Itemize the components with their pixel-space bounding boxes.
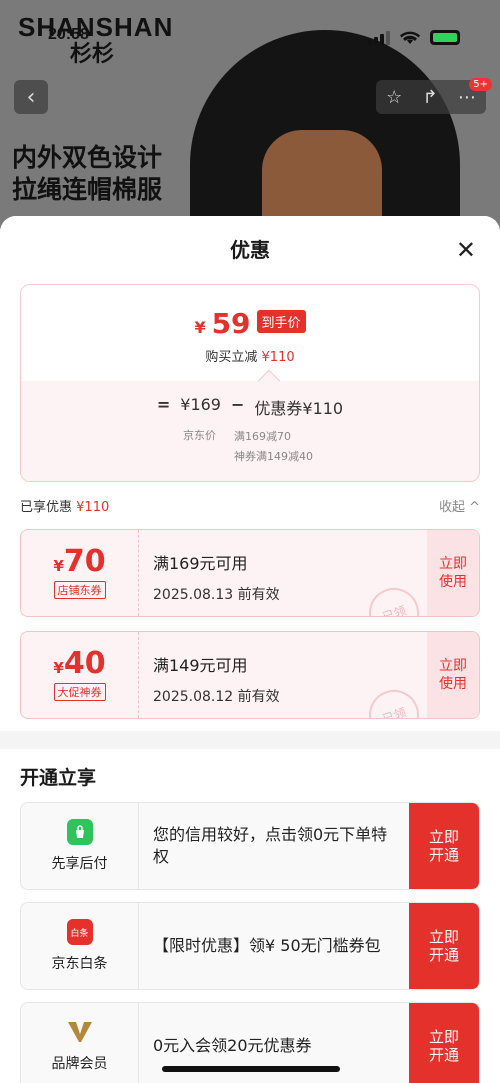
- open-button[interactable]: 立即 开通: [409, 903, 479, 989]
- service-name: 京东白条: [51, 956, 108, 972]
- base-price-label: 京东价: [183, 429, 216, 442]
- coupon-amount: 40: [63, 646, 106, 681]
- headline-line2: 拉绳连帽棉服: [12, 175, 163, 204]
- sheet-top: 优惠 ✕ ¥ 59 到手价 购买立减 ¥110 = ¥169 − 优惠券¥110…: [0, 216, 500, 731]
- collapse-button[interactable]: 收起 ^: [439, 496, 480, 515]
- coupon-type: 店铺东券: [53, 581, 106, 599]
- status-icons: [368, 30, 460, 45]
- coupon-condition: 满169元可用: [153, 554, 248, 573]
- coupon-value: ¥70 店铺东券: [21, 530, 139, 616]
- sheet-title: 优惠: [230, 238, 270, 262]
- service-card: 先享后付 您的信用较好，点击领0元下单特权 立即 开通: [20, 802, 480, 890]
- price-breakdown: = ¥169 − 优惠券¥110 京东价 满169减70 神券满149减40: [21, 369, 479, 481]
- final-amount: 59: [211, 307, 251, 340]
- product-headline: 内外双色设计 拉绳连帽棉服: [12, 142, 162, 206]
- service-desc: 您的信用较好，点击领0元下单特权: [153, 825, 388, 866]
- shopping-bag-icon: [66, 819, 93, 845]
- service-name: 先享后付: [51, 856, 108, 872]
- service-name: 品牌会员: [51, 1056, 108, 1072]
- price-summary: ¥ 59 到手价 购买立减 ¥110: [21, 285, 479, 381]
- enjoyed-row: 已享优惠 ¥110 收起 ^: [20, 496, 480, 515]
- service-brand: 白条 京东白条: [21, 903, 139, 989]
- coupon-condition: 满149元可用: [153, 656, 248, 675]
- status-time: 20:58: [48, 26, 89, 43]
- service-desc: 【限时优惠】领¥ 50无门槛券包: [153, 936, 381, 955]
- coupon-yen: ¥: [53, 557, 64, 575]
- coupon-line: 神券满149减40: [234, 450, 313, 463]
- service-card: 白条 京东白条 【限时优惠】领¥ 50无门槛券包 立即 开通: [20, 902, 480, 990]
- coupon-lines: 满169减70 神券满149减40: [234, 427, 313, 467]
- brand-member-icon: [67, 1019, 93, 1045]
- home-indicator[interactable]: [162, 1066, 340, 1072]
- price-card: ¥ 59 到手价 购买立减 ¥110 = ¥169 − 优惠券¥110 京东价 …: [20, 284, 480, 482]
- service-brand: 先享后付: [21, 803, 139, 889]
- wifi-icon: [400, 31, 420, 44]
- share-icon[interactable]: ↱: [423, 87, 438, 108]
- base-price: ¥169: [180, 395, 221, 414]
- signal-icon: [368, 30, 390, 45]
- use-coupon-button[interactable]: 立即 使用: [427, 530, 479, 616]
- discount-sheet: 优惠 ✕ ¥ 59 到手价 购买立减 ¥110 = ¥169 − 优惠券¥110…: [0, 216, 500, 1083]
- final-price-tag: 到手价: [256, 310, 306, 333]
- use-coupon-button[interactable]: 立即 使用: [427, 632, 479, 718]
- battery-icon: [430, 30, 460, 45]
- discount-summary-amount: ¥110: [261, 350, 295, 365]
- minus-sign: −: [230, 395, 245, 414]
- headline-line1: 内外双色设计: [12, 143, 163, 172]
- discount-summary-label: 购买立减: [205, 350, 258, 365]
- coupon-value: ¥40 大促神券: [21, 632, 139, 718]
- final-price: ¥ 59 到手价: [194, 307, 306, 340]
- baitiao-icon: 白条: [66, 919, 93, 945]
- coupon-card: ¥70 店铺东券 满169元可用 2025.08.13 前有效 已领 立即 使用: [20, 529, 480, 617]
- open-button[interactable]: 立即 开通: [409, 1003, 479, 1083]
- open-section: 开通立享 先享后付 您的信用较好，点击领0元下单特权 立即 开通 白条 京东白条 …: [0, 749, 500, 1083]
- final-yen: ¥: [194, 318, 206, 337]
- price-formula-labels: 京东价 满169减70 神券满149减40: [183, 427, 479, 467]
- favorite-icon[interactable]: ☆: [386, 87, 402, 108]
- close-icon[interactable]: ✕: [456, 236, 476, 264]
- open-section-title: 开通立享: [20, 767, 97, 789]
- service-brand: 品牌会员: [21, 1003, 139, 1083]
- coupon-line: 满169减70: [234, 430, 291, 443]
- back-button[interactable]: ‹: [14, 80, 48, 114]
- coupon-total: 优惠券¥110: [254, 399, 344, 418]
- price-formula: = ¥169 − 优惠券¥110: [21, 395, 479, 419]
- message-badge: 5+: [469, 78, 492, 91]
- open-button[interactable]: 立即 开通: [409, 803, 479, 889]
- enjoyed-label: 已享优惠 ¥110: [20, 500, 110, 515]
- equals-sign: =: [156, 395, 171, 414]
- coupon-card: ¥40 大促神券 满149元可用 2025.08.12 前有效 已领 立即 使用: [20, 631, 480, 719]
- coupon-type: 大促神券: [53, 683, 106, 701]
- enjoyed-amount: ¥110: [76, 500, 110, 515]
- discount-summary: 购买立减 ¥110: [21, 346, 479, 365]
- coupon-yen: ¥: [53, 659, 64, 677]
- coupon-amount: 70: [63, 544, 106, 579]
